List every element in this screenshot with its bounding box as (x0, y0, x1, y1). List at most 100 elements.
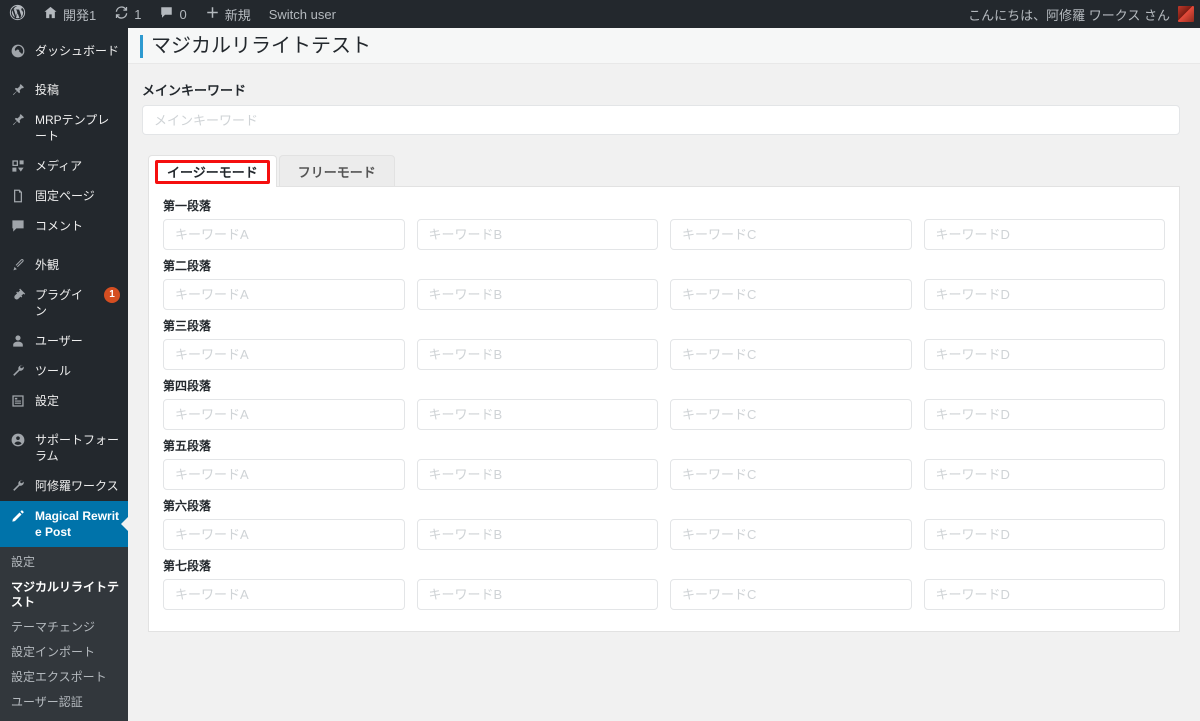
keyword-input-d[interactable] (923, 279, 1165, 310)
sidebar-item-comments[interactable]: コメント (0, 211, 128, 241)
main-keyword-input[interactable] (142, 105, 1180, 135)
sidebar-item-label: Magical Rewrite Post (35, 509, 120, 539)
keyword-row (163, 339, 1165, 370)
sidebar-item-media[interactable]: メディア (0, 151, 128, 181)
dashboard-icon (9, 43, 27, 59)
paragraph-label: 第二段落 (163, 259, 212, 273)
keyword-input-a[interactable] (163, 279, 405, 310)
paragraph-block: 第五段落 (163, 437, 1165, 490)
sidebar-item-support-forum[interactable]: サポートフォーラム (0, 425, 128, 471)
appearance-icon (9, 257, 27, 273)
keyword-row (163, 399, 1165, 430)
keyword-input-c[interactable] (670, 339, 912, 370)
submenu-item[interactable]: 設定エクスポート (0, 665, 128, 690)
keyword-input-c[interactable] (670, 399, 912, 430)
paragraph-label: 第五段落 (163, 439, 212, 453)
keyword-input-a[interactable] (163, 219, 405, 250)
admin-bar-left: 開発1 1 0 新規 Switch user (0, 0, 345, 28)
sidebar-item-asuraworks[interactable]: 阿修羅ワークス (0, 471, 128, 501)
sidebar-item-mrp-template[interactable]: MRPテンプレート (0, 105, 128, 151)
sidebar-item-label: プラグイン (35, 288, 84, 318)
keyword-input-d[interactable] (923, 579, 1165, 610)
keyword-input-c[interactable] (670, 279, 912, 310)
pencil-icon (9, 508, 27, 524)
paragraph-block: 第四段落 (163, 377, 1165, 430)
sidebar-item-posts[interactable]: 投稿 (0, 75, 128, 105)
plus-icon (205, 5, 220, 23)
comments-count: 0 (179, 6, 187, 22)
submenu-item[interactable]: マジカルリライトテスト (0, 575, 128, 615)
sidebar-item-pages[interactable]: 固定ページ (0, 181, 128, 211)
new-content-button[interactable]: 新規 (196, 0, 260, 28)
keyword-input-a[interactable] (163, 339, 405, 370)
submenu-item[interactable]: ユーザー認証 (0, 690, 128, 715)
menu-separator (0, 416, 128, 425)
wordpress-logo-button[interactable] (0, 0, 34, 28)
site-name-button[interactable]: 開発1 (34, 0, 105, 28)
pin-icon (9, 82, 27, 98)
sidebar-item-magical-rewrite-post[interactable]: Magical Rewrite Post (0, 501, 128, 547)
keyword-input-d[interactable] (923, 399, 1165, 430)
home-icon (43, 5, 58, 23)
greeting-text: こんにちは、阿修羅 ワークス さん (968, 7, 1170, 23)
sidebar-item-users[interactable]: ユーザー (0, 326, 128, 356)
tab-easy-mode[interactable]: イージーモード (148, 155, 277, 187)
keyword-input-c[interactable] (670, 459, 912, 490)
keyword-input-a[interactable] (163, 399, 405, 430)
update-count-badge: 1 (104, 287, 120, 303)
paragraph-block: 第二段落 (163, 257, 1165, 310)
plugin-icon (9, 287, 27, 303)
keyword-input-c[interactable] (670, 579, 912, 610)
sidebar-item-label: ユーザー (35, 334, 83, 348)
paragraph-block: 第七段落 (163, 557, 1165, 610)
keyword-input-a[interactable] (163, 459, 405, 490)
admin-bar: 開発1 1 0 新規 Switch user こんにちは、阿修羅 ワークス さん (0, 0, 1200, 28)
tab-label: フリーモード (297, 164, 376, 180)
updates-button[interactable]: 1 (105, 0, 150, 28)
keyword-input-a[interactable] (163, 579, 405, 610)
comment-bubble-icon (159, 5, 174, 23)
easy-mode-panel: 第一段落第二段落第三段落第四段落第五段落第六段落第七段落 (148, 186, 1180, 632)
sidebar-item-tools[interactable]: ツール (0, 356, 128, 386)
keyword-input-d[interactable] (923, 459, 1165, 490)
keyword-input-b[interactable] (416, 399, 658, 430)
content-area: メインキーワード イージーモード フリーモード 第一段落第二段落第三段落第四段落第… (128, 64, 1200, 632)
keyword-input-b[interactable] (416, 459, 658, 490)
keyword-input-a[interactable] (163, 519, 405, 550)
submenu-item[interactable]: テーマチェンジ (0, 615, 128, 640)
sidebar-item-appearance[interactable]: 外観 (0, 250, 128, 280)
main-keyword-label: メインキーワード (142, 83, 247, 98)
keyword-input-b[interactable] (416, 579, 658, 610)
keyword-row (163, 519, 1165, 550)
switch-user-button[interactable]: Switch user (260, 0, 345, 28)
keyword-input-c[interactable] (670, 219, 912, 250)
keyword-input-b[interactable] (416, 219, 658, 250)
sidebar-item-plugins[interactable]: プラグイン 1 (0, 280, 128, 326)
comments-button[interactable]: 0 (150, 0, 195, 28)
keyword-input-d[interactable] (923, 219, 1165, 250)
support-icon (9, 432, 27, 448)
admin-bar-account[interactable]: こんにちは、阿修羅 ワークス さん (968, 5, 1200, 24)
submenu-item[interactable]: 設定インポート (0, 640, 128, 665)
keyword-input-b[interactable] (416, 519, 658, 550)
main-keyword-field-group: メインキーワード (142, 80, 1180, 135)
new-content-label: 新規 (224, 7, 251, 23)
mode-tabs: イージーモード フリーモード (142, 155, 1180, 187)
keyword-input-b[interactable] (416, 339, 658, 370)
pin-icon (9, 112, 27, 128)
switch-user-label: Switch user (268, 6, 336, 22)
submenu-item[interactable]: 設定 (0, 550, 128, 575)
sidebar-item-label: ダッシュボード (35, 44, 120, 58)
keyword-input-d[interactable] (923, 519, 1165, 550)
keyword-input-d[interactable] (923, 339, 1165, 370)
pages-icon (9, 188, 27, 204)
keyword-input-b[interactable] (416, 279, 658, 310)
tab-free-mode[interactable]: フリーモード (278, 155, 395, 186)
sidebar-item-settings[interactable]: 設定 (0, 386, 128, 416)
paragraph-block: 第三段落 (163, 317, 1165, 370)
sidebar-item-dashboard[interactable]: ダッシュボード (0, 36, 128, 66)
paragraph-label: 第三段落 (163, 319, 212, 333)
keyword-row (163, 279, 1165, 310)
updates-icon (114, 5, 129, 23)
keyword-input-c[interactable] (670, 519, 912, 550)
